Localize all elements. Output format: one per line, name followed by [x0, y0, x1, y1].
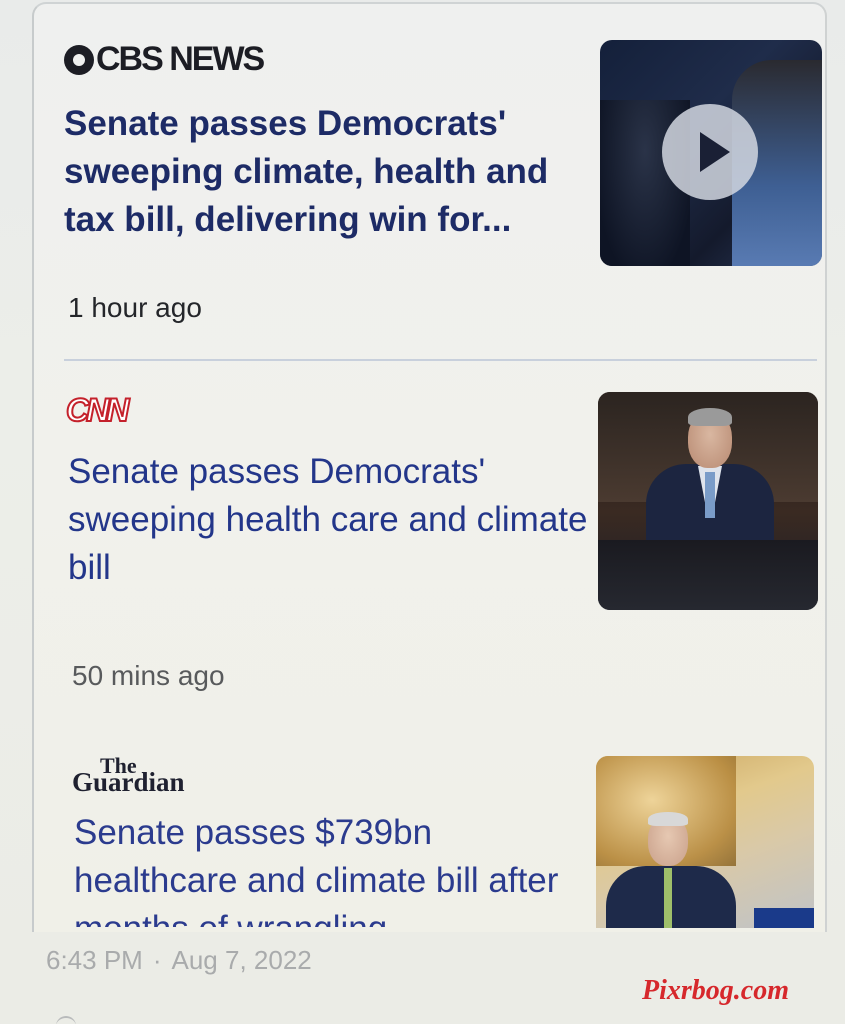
news-card: CBS NEWS Senate passes Democrats' sweepi…	[32, 2, 827, 932]
story-thumbnail[interactable]	[596, 756, 814, 928]
watermark: Pixrbog.com	[642, 975, 789, 1006]
story-thumbnail[interactable]	[600, 40, 822, 266]
story-time: 50 mins ago	[72, 660, 225, 691]
story-headline[interactable]: Senate passes Democrats' sweeping health…	[68, 448, 588, 592]
separator: ·	[152, 945, 162, 975]
story-thumbnail[interactable]	[598, 392, 818, 610]
story-headline[interactable]: Senate passes $739bn healthcare and clim…	[74, 809, 594, 927]
play-icon[interactable]	[662, 104, 758, 200]
source-name: CBS NEWS	[96, 40, 265, 78]
post-timestamp[interactable]: 6:43 PM · Aug 7, 2022	[46, 945, 312, 976]
post-time: 6:43 PM	[46, 945, 143, 975]
reply-icon[interactable]	[56, 1016, 76, 1024]
cbs-eye-icon	[64, 44, 94, 75]
story-time: 1 hour ago	[68, 292, 202, 323]
divider	[64, 359, 817, 361]
source-logo-cnn: CNN	[65, 391, 130, 429]
source-name-line2: Guardian	[72, 767, 185, 797]
source-logo-cbs: CBS NEWS	[64, 40, 265, 79]
source-logo-guardian: The Guardian	[72, 755, 185, 797]
story-headline[interactable]: Senate passes Democrats' sweeping climat…	[64, 100, 584, 244]
post-date: Aug 7, 2022	[171, 945, 312, 975]
